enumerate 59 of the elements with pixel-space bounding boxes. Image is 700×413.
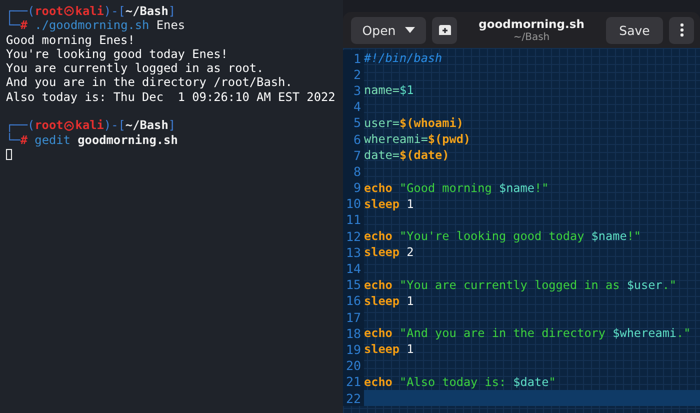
line-number: 1 bbox=[343, 50, 364, 66]
terminal-cursor bbox=[6, 148, 12, 160]
command-line: └─# ./goodmorning.sh Enes bbox=[6, 18, 186, 33]
code-line: date=$(date) bbox=[364, 148, 450, 162]
save-button[interactable]: Save bbox=[606, 16, 663, 44]
new-tab-button[interactable] bbox=[432, 16, 457, 44]
open-button[interactable]: Open bbox=[351, 16, 426, 44]
line-number: 12 bbox=[343, 228, 364, 244]
line-number: 16 bbox=[343, 292, 364, 309]
output-line: Also today is: Thu Dec 1 09:26:10 AM EST 2022 bbox=[6, 90, 336, 104]
circled-symbol-icon bbox=[64, 120, 74, 131]
prompt-line: kali)-[~/Bash] bbox=[75, 4, 176, 18]
line-number: 5 bbox=[343, 114, 364, 131]
code-line: echo "And you are in the directory $whereami." bbox=[364, 326, 691, 340]
code-line: echo "You are currently logged in as $user." bbox=[364, 278, 677, 292]
circled-symbol-icon bbox=[64, 6, 74, 16]
code-line: echo "Also today is: $date" bbox=[364, 374, 556, 389]
document-path: ~/Bash bbox=[513, 32, 550, 44]
output-line: And you are in the directory /root/Bash. bbox=[6, 75, 292, 90]
menu-icon bbox=[680, 23, 684, 37]
line-number: 13 bbox=[343, 244, 364, 260]
line-number: 8 bbox=[343, 163, 364, 180]
code-line: sleep 2 bbox=[364, 245, 414, 260]
line-number: 3 bbox=[343, 82, 364, 99]
line-number: 19 bbox=[343, 341, 364, 358]
output-line: You're looking good today Enes! bbox=[6, 46, 228, 62]
line-number: 4 bbox=[343, 98, 364, 115]
prompt-line: kali)-[~/Bash] bbox=[75, 118, 176, 133]
line-number: 21 bbox=[343, 374, 364, 390]
prompt-line: ┌──(root bbox=[6, 4, 64, 18]
line-number: 22 bbox=[343, 390, 364, 406]
code-line: name=$1 bbox=[364, 83, 414, 98]
output-line: Good morning Enes! bbox=[6, 32, 135, 47]
line-number: 18 bbox=[343, 325, 364, 342]
line-number: 15 bbox=[343, 276, 364, 293]
document-title: goodmorning.sh bbox=[478, 16, 584, 32]
code-line: echo "You're looking good today $name!" bbox=[364, 229, 642, 244]
line-number: 9 bbox=[343, 180, 364, 196]
code-line: sleep 1 bbox=[364, 196, 414, 211]
menu-button[interactable] bbox=[669, 16, 694, 44]
code-line: #!/bin/bash bbox=[364, 51, 442, 66]
line-number: 2 bbox=[343, 66, 364, 82]
line-number: 7 bbox=[343, 147, 364, 164]
prompt-line: ┌──(root bbox=[6, 118, 64, 132]
line-number: 14 bbox=[343, 260, 364, 277]
line-number: 10 bbox=[343, 196, 364, 212]
code-line: sleep 1 bbox=[364, 342, 414, 356]
output-line: You are currently logged in as root. bbox=[6, 61, 264, 76]
code-line: sleep 1 bbox=[364, 294, 414, 308]
code-line: echo "Good morning $name!" bbox=[364, 180, 549, 195]
line-number: 11 bbox=[343, 212, 364, 228]
code-line: user=$(whoami) bbox=[364, 116, 464, 130]
line-number: 20 bbox=[343, 358, 364, 374]
new-tab-icon bbox=[438, 24, 452, 36]
code-line: whereami=$(pwd) bbox=[364, 132, 471, 146]
line-number: 6 bbox=[343, 130, 364, 148]
line-number: 17 bbox=[343, 309, 364, 326]
command-line: └─# gedit goodmorning.sh bbox=[6, 132, 178, 147]
caret-icon bbox=[404, 27, 415, 33]
